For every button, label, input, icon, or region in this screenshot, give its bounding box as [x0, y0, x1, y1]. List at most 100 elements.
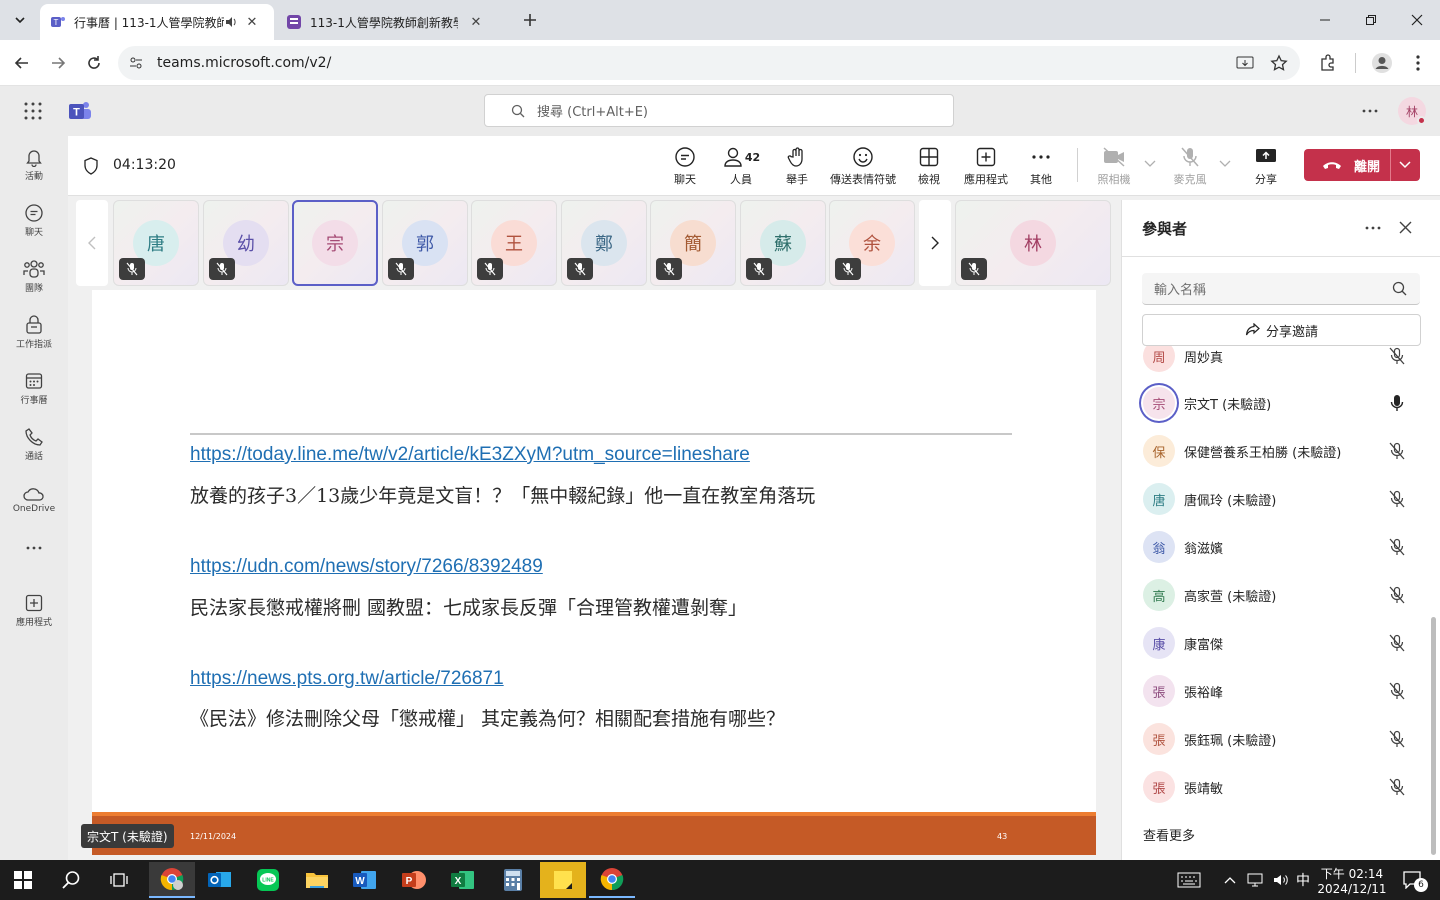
slide-link[interactable]: https://today.line.me/tw/v2/article/kE3Z…: [190, 444, 750, 466]
taskbar-calculator[interactable]: [490, 862, 536, 898]
taskbar-sticky-notes[interactable]: [540, 862, 586, 898]
taskbar-powerpoint[interactable]: P: [391, 862, 437, 898]
participant-tile-speaking[interactable]: 宗: [292, 200, 378, 286]
rail-item-apps[interactable]: 應用程式: [0, 582, 68, 638]
participant-row[interactable]: 周 周妙真: [1122, 346, 1432, 380]
browser-tab-strip: T 行事曆 | 113-1人管學院教師創新教學 ✕ 113-1人管學院教師創新教…: [0, 0, 1440, 40]
slide-link[interactable]: https://news.pts.org.tw/article/726871: [190, 668, 504, 690]
restore-button[interactable]: [1348, 4, 1394, 36]
mic-options-chevron-icon[interactable]: [1219, 160, 1231, 168]
strip-next-button[interactable]: [919, 200, 951, 286]
site-info-icon[interactable]: [128, 55, 144, 71]
mic-button[interactable]: 麥克風: [1168, 146, 1212, 188]
close-tab-icon[interactable]: ✕: [244, 15, 260, 30]
rail-item-chat[interactable]: 聊天: [0, 192, 68, 248]
minimize-button[interactable]: [1302, 4, 1348, 36]
participant-tile[interactable]: 郭: [382, 200, 468, 286]
rail-item-onedrive[interactable]: OneDrive: [0, 472, 68, 528]
start-button[interactable]: [0, 862, 46, 898]
panel-scrollbar[interactable]: [1431, 617, 1436, 855]
participant-tile[interactable]: 幼: [203, 200, 289, 286]
participant-row[interactable]: 保 保健營養系王柏勝 (未驗證): [1122, 427, 1432, 475]
strip-previous-button[interactable]: [76, 200, 108, 286]
participant-row[interactable]: 張 張裕峰: [1122, 667, 1432, 715]
chat-button[interactable]: 聊天: [664, 146, 706, 188]
rail-item-calls[interactable]: 通話: [0, 416, 68, 472]
slide-link[interactable]: https://udn.com/news/story/7266/8392489: [190, 556, 543, 578]
keyboard-tray-button[interactable]: [1166, 862, 1212, 898]
rail-item-teams[interactable]: 團隊: [0, 248, 68, 304]
panel-title: 參與者: [1142, 220, 1188, 238]
participant-tile[interactable]: 唐: [113, 200, 199, 286]
teams-search-box[interactable]: 搜尋 (Ctrl+Alt+E): [484, 94, 954, 127]
show-hidden-icons-button[interactable]: [1218, 862, 1242, 898]
taskbar-chrome-active[interactable]: [149, 862, 195, 898]
tab-search-button[interactable]: [8, 8, 32, 32]
ellipsis-icon[interactable]: [1365, 226, 1381, 230]
participant-row[interactable]: 張 張靖敏: [1122, 763, 1432, 811]
star-icon[interactable]: [1270, 54, 1288, 72]
chevron-down-icon[interactable]: [1399, 161, 1411, 169]
participant-row[interactable]: 唐 唐佩玲 (未驗證): [1122, 475, 1432, 523]
browser-menu-button[interactable]: [1406, 51, 1430, 75]
see-more-link[interactable]: 查看更多: [1143, 825, 1195, 844]
view-button[interactable]: 檢視: [908, 146, 950, 188]
taskbar-file-explorer[interactable]: [294, 862, 340, 898]
rail-more-apps-button[interactable]: [0, 526, 68, 570]
reload-button[interactable]: [82, 51, 106, 75]
participant-row[interactable]: 康 康富傑: [1122, 619, 1432, 667]
user-avatar[interactable]: 林: [1398, 97, 1426, 125]
forward-button[interactable]: [46, 51, 70, 75]
participant-tile[interactable]: 鄭: [561, 200, 647, 286]
settings-more-button[interactable]: [1362, 109, 1378, 113]
clock[interactable]: 下午 02:14 2024/12/11: [1314, 862, 1390, 898]
participant-tile[interactable]: 余: [829, 200, 915, 286]
taskbar-line[interactable]: LINE: [245, 862, 291, 898]
network-tray-button[interactable]: [1242, 862, 1268, 898]
participant-row[interactable]: 翁 翁滋嬪: [1122, 523, 1432, 571]
task-view-button[interactable]: [96, 862, 142, 898]
app-launcher-button[interactable]: [24, 102, 42, 120]
more-actions-button[interactable]: 其他: [1020, 146, 1062, 188]
rail-item-activity[interactable]: 活動: [0, 136, 68, 192]
share-button[interactable]: 分享: [1246, 146, 1286, 188]
people-button[interactable]: 42 人員: [716, 146, 766, 188]
rail-item-calendar[interactable]: 行事曆: [0, 360, 68, 416]
leave-button[interactable]: 離開: [1304, 149, 1420, 181]
profile-button[interactable]: [1370, 51, 1394, 75]
taskbar-word[interactable]: W: [342, 862, 388, 898]
extensions-button[interactable]: [1316, 51, 1340, 75]
close-window-button[interactable]: [1394, 4, 1440, 36]
close-icon[interactable]: [1399, 221, 1412, 234]
participant-row[interactable]: 張 張鈺珮 (未驗證): [1122, 715, 1432, 763]
close-tab-icon[interactable]: ✕: [468, 15, 484, 30]
participant-tile-self[interactable]: 林: [955, 200, 1111, 286]
volume-tray-button[interactable]: [1268, 862, 1294, 898]
participant-row[interactable]: 高 高家萱 (未驗證): [1122, 571, 1432, 619]
notification-center-button[interactable]: 6: [1392, 862, 1432, 898]
react-button[interactable]: 傳送表情符號: [826, 146, 900, 188]
back-button[interactable]: [10, 51, 34, 75]
browser-tab-calendar[interactable]: T 行事曆 | 113-1人管學院教師創新教學 ✕: [40, 4, 274, 40]
ime-indicator[interactable]: 中: [1294, 862, 1312, 898]
new-tab-button[interactable]: [518, 8, 542, 32]
taskbar-excel[interactable]: X: [440, 862, 486, 898]
rail-item-assignments[interactable]: 工作指派: [0, 304, 68, 360]
taskbar-search-button[interactable]: [48, 862, 94, 898]
participant-row-speaking[interactable]: 宗 宗文T (未驗證): [1122, 379, 1432, 427]
browser-tab-forms[interactable]: 113-1人管學院教師創新教學講 ✕: [276, 4, 510, 40]
taskbar-outlook[interactable]: [197, 862, 243, 898]
share-invite-button[interactable]: 分享邀請: [1142, 314, 1421, 346]
install-app-icon[interactable]: [1236, 55, 1254, 71]
participant-tile[interactable]: 蘇: [740, 200, 826, 286]
apps-button[interactable]: 應用程式: [958, 146, 1014, 188]
participant-tile[interactable]: 王: [471, 200, 557, 286]
camera-options-chevron-icon[interactable]: [1144, 160, 1156, 168]
camera-button[interactable]: 照相機: [1092, 146, 1136, 188]
taskbar-chrome[interactable]: [589, 862, 635, 898]
speaker-icon[interactable]: [224, 15, 238, 29]
participant-search-input[interactable]: 輸入名稱: [1142, 273, 1420, 305]
raise-hand-button[interactable]: 舉手: [776, 146, 818, 188]
participant-tile[interactable]: 簡: [650, 200, 736, 286]
address-bar[interactable]: teams.microsoft.com/v2/: [118, 46, 1300, 80]
